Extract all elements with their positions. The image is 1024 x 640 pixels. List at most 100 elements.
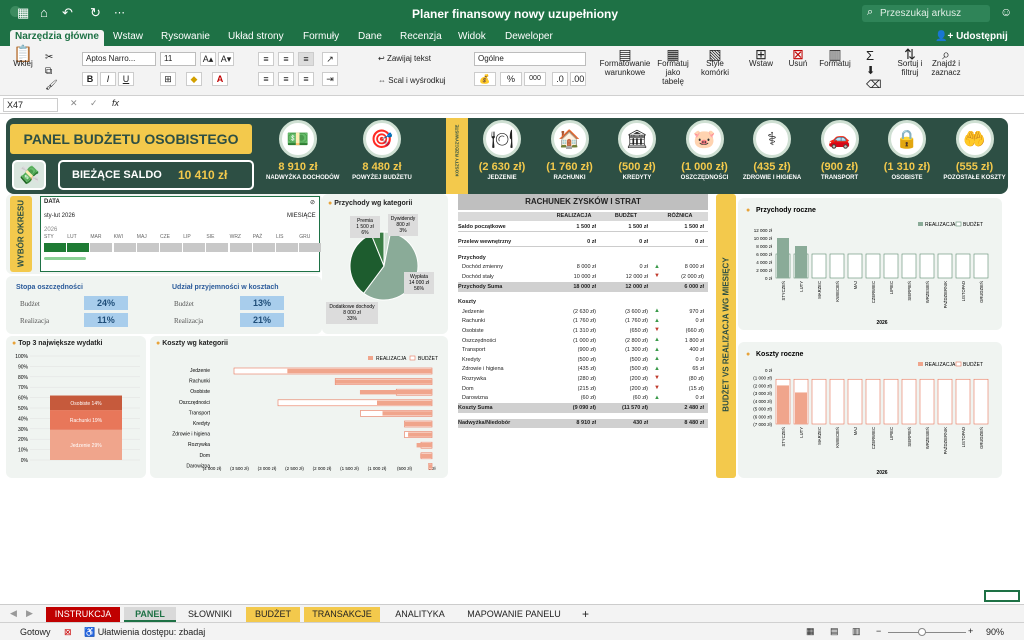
timeline-scrollbar[interactable] [44,257,86,260]
conditional-formatting-button[interactable]: ▤ Formatowanie warunkowe [598,47,652,77]
cancel-formula-icon[interactable]: ✕ [70,98,78,109]
align-bottom-icon[interactable]: ≡ [298,52,314,66]
align-right-icon[interactable]: ≡ [298,72,314,86]
zoom-in-icon[interactable]: + [968,626,973,636]
underline-button[interactable]: U [118,72,134,86]
cell-styles-button[interactable]: ▧ Style komórki [698,47,732,77]
font-size-select[interactable]: 11 [160,52,196,66]
month-tile[interactable] [44,243,66,252]
decrease-font-icon[interactable]: A▾ [218,52,234,66]
sort-filter-button[interactable]: ⇅ Sortuj i filtruj [893,47,927,77]
align-middle-icon[interactable]: ≡ [278,52,294,66]
increase-decimal-icon[interactable]: .0 [552,72,568,86]
add-sheet-button[interactable]: + [582,607,589,621]
more-icon[interactable]: ⋯ [114,6,125,19]
indent-icon[interactable]: ⇥ [322,72,338,86]
find-select-button[interactable]: ⌕ Znajdź i zaznacz [929,47,963,77]
month-tile[interactable] [276,243,298,252]
borders-icon[interactable]: ⊞ [160,72,176,86]
zoom-thumb[interactable] [918,628,926,636]
delete-cells-button[interactable]: ⊠ Usuń [784,47,812,68]
timeline-unit[interactable]: MIESIĄCE [287,213,316,219]
filter-clear-icon[interactable]: ⊘ [310,199,315,206]
autosave-icon[interactable]: ▦ [17,5,29,21]
format-cells-button[interactable]: ▥ Formatuj [818,47,852,68]
selected-cell[interactable] [984,590,1020,602]
month-tile[interactable] [252,243,275,252]
search-box[interactable]: ⌕ Przeszukaj arkusz [862,5,990,22]
sheet-tab[interactable]: PANEL [124,607,176,622]
tab-page-layout[interactable]: Układ strony [223,30,289,46]
tab-review[interactable]: Recenzja [395,30,447,46]
tab-home[interactable]: Narzędzia główne [10,30,104,46]
month-tile[interactable] [67,243,90,252]
confirm-formula-icon[interactable]: ✓ [90,98,98,109]
month-tile[interactable] [229,243,252,252]
align-center-icon[interactable]: ≡ [278,72,294,86]
zoom-out-icon[interactable]: − [876,626,881,636]
zoom-slider[interactable] [888,632,966,633]
autosum-icon[interactable]: Σ [866,48,874,63]
redo-icon[interactable]: ↻ [90,5,101,21]
align-top-icon[interactable]: ≡ [258,52,274,66]
tab-draw[interactable]: Rysowanie [156,30,215,46]
insert-cells-button[interactable]: ⊞ Wstaw [746,47,776,68]
paste-button[interactable]: 📋 Wklej [10,47,36,69]
comma-style-icon[interactable]: 000 [524,72,546,86]
sheet-tab[interactable]: MAPOWANIE PANELU [458,607,570,622]
fill-color-icon[interactable]: ◆ [186,72,202,86]
zoom-level[interactable]: 90% [986,627,1004,637]
month-tile[interactable] [206,243,229,252]
align-left-icon[interactable]: ≡ [258,72,274,86]
tab-view[interactable]: Widok [453,30,491,46]
month-tile[interactable] [183,243,206,252]
tab-developer[interactable]: Deweloper [500,30,558,46]
font-name-select[interactable]: Aptos Narro... [82,52,156,66]
name-box[interactable]: X47 [3,98,58,112]
italic-button[interactable]: I [100,72,116,86]
timeline[interactable]: DATA ⊘ sty-lut 2026 MIESIĄCE 2026 STY LUT… [40,196,322,272]
format-as-table-button[interactable]: ▦ Formatuj jako tabelę [654,47,692,86]
home-icon[interactable]: ⌂ [40,5,48,20]
month-tile[interactable] [160,243,182,252]
number-format-select[interactable]: Ogólne [474,52,586,66]
orientation-icon[interactable]: ↗ [322,52,338,66]
percent-icon[interactable]: % [500,72,522,86]
wrap-text-button[interactable]: ↩ Zawijaj tekst [378,54,431,63]
next-sheet-icon[interactable]: ▶ [26,608,33,619]
accessibility-button[interactable]: ♿ Ułatwienia dostępu: zbadaj [84,627,205,638]
sheet-tab[interactable]: BUDŻET [246,607,300,622]
font-color-icon[interactable]: A [212,72,228,86]
account-icon[interactable]: ☺ [1000,5,1012,19]
bold-button[interactable]: B [82,72,98,86]
macro-record-icon[interactable]: ⊠ [64,627,72,638]
prev-sheet-icon[interactable]: ◀ [10,608,17,619]
page-layout-view-icon[interactable]: ▤ [830,626,839,637]
sheet-tab[interactable]: INSTRUKCJA [46,607,120,622]
format-painter-icon[interactable]: 🖌 [45,80,58,91]
formula-input[interactable] [128,98,1018,112]
decrease-decimal-icon[interactable]: .00 [570,72,586,86]
sheet-tab[interactable]: ANALITYKA [384,607,456,622]
month-tile[interactable] [90,243,113,252]
tab-formulas[interactable]: Formuły [298,30,344,46]
increase-font-icon[interactable]: A▴ [200,52,216,66]
tab-data[interactable]: Dane [353,30,387,46]
sheet-tab[interactable]: TRANSAKCJE [304,607,380,622]
month-tile[interactable] [113,243,136,252]
normal-view-icon[interactable]: ▦ [806,626,815,637]
month-tile[interactable] [136,243,159,252]
cut-icon[interactable]: ✂ [45,52,53,63]
currency-icon[interactable]: 💰 [474,72,496,86]
page-break-view-icon[interactable]: ▥ [852,626,861,637]
share-button[interactable]: 👤+ Udostępnij [930,30,1013,46]
undo-icon[interactable]: ↶ [62,5,73,21]
month-tile[interactable] [299,243,322,252]
copy-icon[interactable]: ⧉ [45,66,52,77]
tab-insert[interactable]: Wstaw [108,30,148,46]
function-icon[interactable]: fx [112,98,119,108]
fill-icon[interactable]: ⬇ [866,64,875,77]
merge-center-button[interactable]: ⇔ Scal i wyśrodkuj [378,76,446,85]
sheet-tab[interactable]: SŁOWNIKI [180,607,240,622]
clear-icon[interactable]: ⌫ [866,78,882,91]
